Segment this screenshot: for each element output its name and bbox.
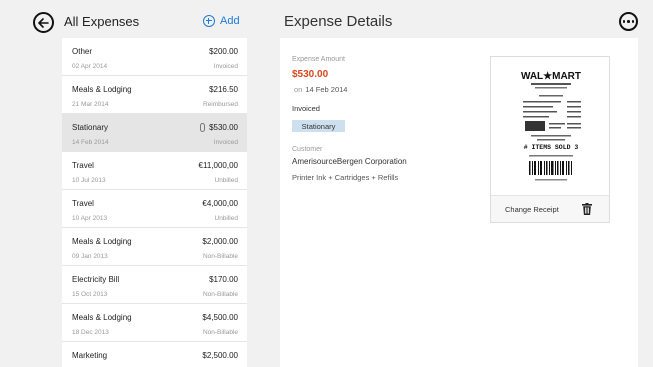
expense-name: Meals & Lodging: [72, 313, 132, 322]
notes-value: Printer Ink + Cartridges + Refills: [292, 173, 399, 182]
expense-name: Marketing: [72, 351, 108, 360]
expense-amount: $2,000.00: [202, 237, 238, 246]
more-dot: [627, 20, 630, 23]
expense-name: Travel: [72, 199, 94, 208]
more-options-button[interactable]: [619, 12, 638, 31]
expense-amount-wrap: $200.00: [209, 47, 238, 56]
receipt-image[interactable]: WAL★MART # ITEMS SOLD 3: [509, 65, 593, 187]
expense-name: Other: [72, 47, 93, 56]
customer-label: Customer: [292, 146, 323, 153]
expense-date: 02 Apr 2014: [72, 63, 108, 70]
expense-status: Unbilled: [214, 215, 239, 222]
expense-status: Invoiced: [213, 139, 238, 146]
customer-value: AmerisourceBergen Corporation: [292, 157, 407, 166]
expense-status: Reimbursed: [202, 101, 238, 108]
expense-amount-wrap: $530.00: [200, 123, 238, 132]
expense-amount: $200.00: [209, 47, 238, 56]
expense-date: 10 Apr 2013: [72, 215, 108, 222]
receipt-store-logo: WAL★MART: [521, 71, 581, 82]
date-prefix: on: [294, 85, 303, 94]
details-title: Expense Details: [284, 13, 393, 30]
expense-row[interactable]: Meals & Lodging $2,000.00 09 Jan 2013 Non-B…: [62, 228, 247, 266]
status-value: Invoiced: [292, 104, 320, 113]
back-button[interactable]: [33, 12, 54, 33]
more-dot: [631, 20, 635, 23]
expense-row[interactable]: Meals & Lodging $4,500.00 18 Dec 2013 Non-B…: [62, 304, 247, 342]
add-label: Add: [220, 15, 240, 27]
expense-amount: €4,000,00: [202, 199, 238, 208]
expense-date: on 14 Feb 2014: [294, 85, 347, 94]
expense-amount-wrap: $4,500.00: [202, 313, 238, 322]
expense-status: Non-Billable: [202, 253, 238, 260]
expense-row[interactable]: Travel €4,000,00 10 Apr 2013 Unbilled: [62, 190, 247, 228]
receipt-items-sold: # ITEMS SOLD 3: [524, 144, 579, 151]
paperclip-icon: [200, 123, 206, 132]
expense-date: 15 Oct 2013: [72, 291, 108, 298]
expense-row[interactable]: Travel €11,000,00 10 Jul 2013 Unbilled: [62, 152, 247, 190]
list-title: All Expenses: [64, 14, 140, 29]
expense-row[interactable]: Meals & Lodging $216.50 21 Mar 2014 Reimbur…: [62, 76, 247, 114]
expense-amount: $530.00: [209, 123, 238, 132]
expense-amount: $4,500.00: [202, 313, 238, 322]
expense-name: Meals & Lodging: [72, 85, 132, 94]
trash-icon[interactable]: [582, 203, 592, 215]
expense-amount-wrap: €11,000,00: [199, 161, 238, 170]
expense-amount-wrap: $216.50: [209, 85, 238, 94]
amount-value: $530.00: [292, 69, 329, 80]
add-expense-button[interactable]: Add: [203, 15, 240, 27]
receipt-actions: Change Receipt: [491, 195, 609, 222]
change-receipt-button[interactable]: Change Receipt: [505, 205, 559, 214]
expense-amount-wrap: $2,500.00: [202, 351, 238, 360]
expense-date: 14 Feb 2014: [72, 139, 109, 146]
plus-circle-icon: [203, 15, 215, 27]
expense-date: 10 Jul 2013: [72, 177, 106, 184]
expense-status: Invoiced: [213, 63, 238, 70]
expense-amount: $170.00: [209, 275, 238, 284]
expense-row[interactable]: Other $200.00 02 Apr 2014 Invoiced: [62, 38, 247, 76]
expense-date: 18 Dec 2013: [72, 329, 109, 336]
expense-date: 21 Mar 2014: [72, 101, 109, 108]
amount-label: Expense Amount: [292, 56, 345, 63]
receipt-card: WAL★MART # ITEMS SOLD 3 Change Receipt: [490, 56, 610, 223]
arrow-left-icon: [38, 17, 49, 28]
expense-row[interactable]: Stationary $530.00 14 Feb 2014 Invoiced: [62, 114, 247, 152]
category-tag[interactable]: Stationary: [292, 120, 345, 132]
expense-list: Other $200.00 02 Apr 2014 Invoiced Meals & L…: [62, 38, 247, 367]
expense-name: Travel: [72, 161, 94, 170]
expense-row[interactable]: Electricity Bill $170.00 15 Oct 2013 Non-Bi…: [62, 266, 247, 304]
expense-amount-wrap: $2,000.00: [202, 237, 238, 246]
expense-status: Non-Billable: [202, 329, 238, 336]
expense-amount: $216.50: [209, 85, 238, 94]
expense-name: Meals & Lodging: [72, 237, 132, 246]
expense-amount-wrap: €4,000,00: [202, 199, 238, 208]
more-dot: [622, 20, 626, 23]
expense-amount-wrap: $170.00: [209, 275, 238, 284]
expense-name: Stationary: [72, 123, 109, 132]
expense-amount: $2,500.00: [202, 351, 238, 360]
expense-status: Non-Billable: [202, 291, 238, 298]
expense-amount: €11,000,00: [198, 161, 238, 170]
expense-date: 09 Jan 2013: [72, 253, 108, 260]
expense-row[interactable]: Marketing $2,500.00: [62, 342, 247, 367]
date-value: 14 Feb 2014: [305, 85, 348, 94]
expense-name: Electricity Bill: [72, 275, 120, 284]
expense-status: Unbilled: [214, 177, 239, 184]
details-panel: Expense Amount $530.00 on 14 Feb 2014 Inv…: [280, 38, 638, 367]
